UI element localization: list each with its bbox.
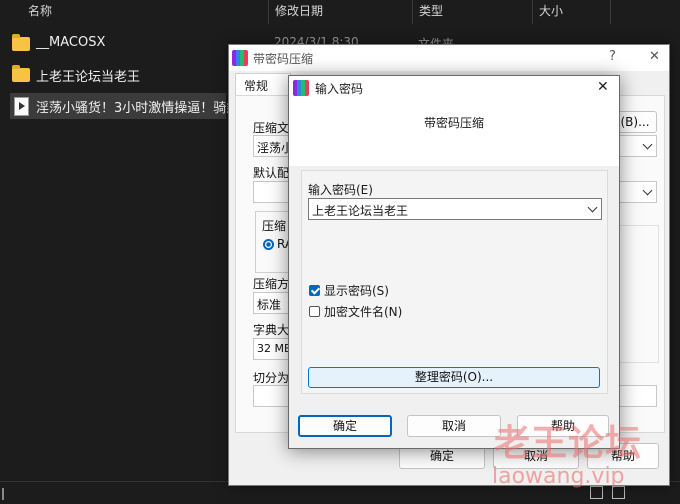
method-label: 压缩方 [253,277,290,291]
format-group-label: 压缩 [262,219,287,233]
column-separator[interactable] [532,0,533,24]
column-header-type[interactable]: 类型 [419,0,443,24]
watermark-logo: 老王论坛 [494,423,643,464]
password-dialog: 输入密码 ✕ 带密码压缩 输入密码(E) 上老王论坛当老王 显示密码(S) 加密… [288,75,620,449]
archive-name-field[interactable]: 淫荡小 [253,135,293,157]
column-separator[interactable] [610,0,611,24]
encrypt-names-label: 加密文件名(N) [324,305,403,319]
close-icon[interactable]: ✕ [597,79,609,95]
column-header-name[interactable]: 名称 [28,0,52,24]
dialog-title: 带密码压缩 [253,52,314,66]
help-icon[interactable]: ? [609,49,616,64]
folder-icon [12,34,30,51]
organize-passwords-button[interactable]: 整理密码(O)... [308,367,600,388]
title-bar: 带密码压缩 ? ✕ [229,45,669,71]
password-input[interactable]: 上老王论坛当老王 [308,198,602,220]
file-name: __MACOSX [36,35,106,50]
video-file-icon [14,97,29,116]
dict-select[interactable]: 32 MB [253,338,293,360]
file-name: 上老王论坛当老王 [36,70,141,85]
column-separator[interactable] [268,0,269,24]
list-item[interactable]: 淫荡小骚货！3小时激情操逼！骑乘( [10,93,244,119]
close-icon[interactable]: ✕ [649,49,660,64]
dialog-title: 输入密码 [315,82,364,96]
method-select[interactable]: 标准 [253,292,293,314]
tab-general[interactable]: 常规 [235,73,291,96]
archive-name-label: 压缩文 [253,121,290,135]
show-password-label: 显示密码(S) [324,284,389,298]
column-separator[interactable] [412,0,413,24]
encrypt-names-checkbox[interactable] [309,306,320,317]
winrar-icon [232,50,248,66]
folder-icon [12,65,30,82]
dict-label: 字典大 [253,323,290,337]
profile-label: 默认配 [253,166,290,180]
chevron-down-icon[interactable] [587,202,598,213]
winrar-icon [293,80,309,96]
profile-button[interactable] [253,181,293,203]
show-password-checkbox[interactable] [309,285,320,296]
title-bar: 输入密码 ✕ [289,76,619,100]
split-label: 切分为 [253,371,290,385]
header-area: 带密码压缩 [289,100,619,166]
password-value: 上老王论坛当老王 [312,204,409,218]
watermark-url: laowang.vip [492,464,625,489]
status-marker [2,488,4,500]
split-field[interactable] [253,385,293,407]
column-header-modified[interactable]: 修改日期 [275,0,323,24]
tab-label: 常规 [244,79,269,93]
cancel-button[interactable]: 取消 [407,415,501,437]
file-name: 淫荡小骚货！3小时激情操逼！骑乘( [36,101,245,116]
column-header-size[interactable]: 大小 [539,0,563,24]
ok-button[interactable]: 确定 [298,415,392,437]
chevron-down-icon [642,139,653,150]
chevron-down-icon [642,185,653,196]
password-label: 输入密码(E) [308,183,373,197]
rar-radio[interactable] [263,239,274,250]
dialog-subtitle: 带密码压缩 [423,116,484,130]
